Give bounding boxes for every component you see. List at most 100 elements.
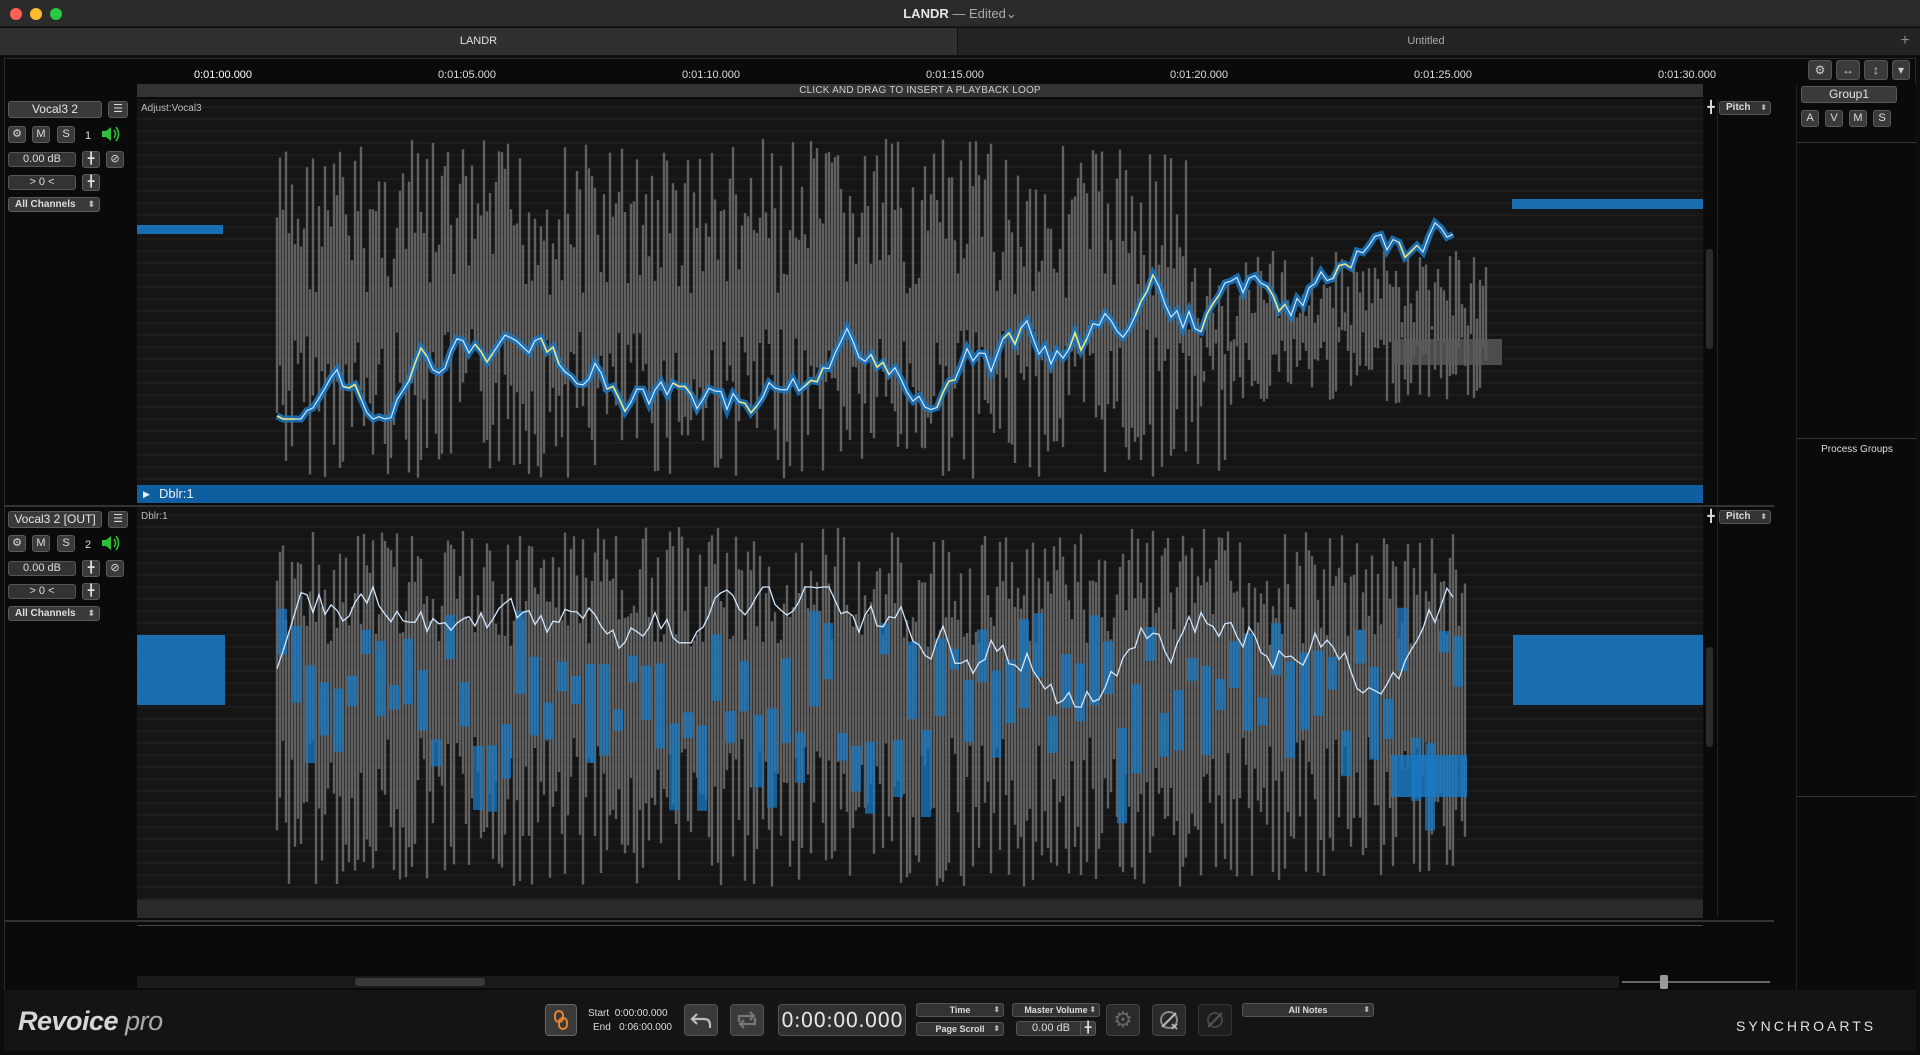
group-m-button[interactable]: M	[1849, 110, 1867, 127]
channels-select[interactable]: All Channels	[8, 606, 100, 621]
group-name-button[interactable]: Group1	[1801, 86, 1897, 103]
ruler-label: 0:01:25.000	[1413, 69, 1473, 81]
time-mode-select[interactable]: Time	[916, 1003, 1004, 1017]
window-title: LANDR — Edited⌄	[0, 6, 1920, 22]
empty-track-lane[interactable]	[137, 925, 1703, 975]
synchroarts-logo: SYNCHROARTS	[1736, 1018, 1877, 1034]
link-icon[interactable]	[545, 1004, 577, 1036]
edit-tool-icon[interactable]	[1152, 1004, 1186, 1036]
ruler-label: 0:01:20.000	[1169, 69, 1229, 81]
window-title-separator: —	[952, 6, 966, 21]
view-menu-chevron-icon[interactable]: ▾	[1892, 60, 1910, 80]
ruler-label: 0:01:15.000	[925, 69, 985, 81]
view-mode-select[interactable]: Pitch	[1719, 101, 1771, 115]
timeline-ruler[interactable]: 0:01:00.000 0:01:05.000 0:01:10.000 0:01…	[133, 62, 1716, 84]
start-range[interactable]: Start 0:00:00.000	[588, 1008, 668, 1019]
group-v-button[interactable]: V	[1825, 110, 1843, 127]
track-menu-icon[interactable]: ☰	[108, 511, 128, 528]
track-header-1: Vocal3 2 ☰ ⚙ M S 1 0.00 dB ╋ ⊘ > 0 < ╋ A…	[6, 101, 134, 212]
view-tools: ⚙ ↔ ↕ ▾	[1808, 60, 1910, 82]
solo-button[interactable]: S	[57, 535, 75, 552]
speaker-icon[interactable]	[100, 534, 122, 552]
horizontal-zoom-icon[interactable]: ↔	[1836, 60, 1860, 80]
track-menu-icon[interactable]: ☰	[108, 101, 128, 118]
mute-button[interactable]: M	[32, 535, 50, 552]
pan-field[interactable]: > 0 <	[8, 584, 76, 599]
pan-pin-icon[interactable]: ╋	[82, 174, 100, 191]
pan-field[interactable]: > 0 <	[8, 175, 76, 190]
lane-1-vertical-scrollbar[interactable]	[1704, 99, 1716, 485]
ruler-label: 0:01:10.000	[681, 69, 741, 81]
vertical-zoom-icon[interactable]: ↕	[1864, 60, 1888, 80]
track-lane-1[interactable]: Adjust:Vocal3	[137, 99, 1703, 485]
start-label: Start	[588, 1008, 610, 1019]
lane-label: Adjust:Vocal3	[141, 103, 202, 114]
master-volume-select[interactable]: Master Volume	[1012, 1003, 1100, 1017]
track-name-button[interactable]: Vocal3 2 [OUT]	[8, 511, 102, 528]
logo-suffix: pro	[125, 1006, 163, 1036]
loop-icon[interactable]	[730, 1004, 764, 1036]
lane-1-side-panel	[1717, 99, 1773, 505]
ruler-label: 0:01:30.000	[1657, 69, 1717, 81]
end-label: End	[593, 1022, 611, 1033]
view-mode-select[interactable]: Pitch	[1719, 510, 1771, 524]
playback-loop-bar[interactable]: CLICK AND DRAG TO INSERT A PLAYBACK LOOP	[137, 84, 1703, 97]
track-header-2: Vocal3 2 [OUT] ☰ ⚙ M S 2 0.00 dB ╋ ⊘ > 0…	[6, 511, 134, 621]
lock-link-icon[interactable]: ⊘	[106, 560, 124, 577]
track-divider	[4, 505, 1774, 507]
title-bar: LANDR — Edited⌄	[0, 0, 1920, 27]
lane-label: Dblr:1	[141, 511, 168, 522]
track-divider	[4, 920, 1774, 922]
disabled-tool-icon[interactable]	[1198, 1004, 1232, 1036]
end-value[interactable]: 0:06:00.000	[619, 1022, 672, 1033]
ruler-label: 0:01:05.000	[437, 69, 497, 81]
output-waveform-display[interactable]	[137, 507, 1703, 900]
lock-link-icon[interactable]: ⊘	[106, 151, 124, 168]
channels-select[interactable]: All Channels	[8, 197, 100, 212]
tab-untitled[interactable]: Untitled	[959, 28, 1893, 55]
end-range[interactable]: End 0:06:00.000	[593, 1022, 672, 1033]
gain-field[interactable]: 0.00 dB	[8, 152, 76, 167]
track-lane-2[interactable]: Dblr:1	[137, 507, 1703, 900]
lane-footer	[137, 900, 1703, 918]
horizontal-scrollbar[interactable]	[137, 976, 1619, 988]
lane-2-pin-icon[interactable]: ╋	[1705, 510, 1717, 522]
track-gear-icon[interactable]: ⚙	[8, 126, 26, 143]
undo-icon[interactable]	[684, 1004, 718, 1036]
window-title-app: LANDR	[903, 6, 949, 21]
revoice-logo: Revoice pro	[18, 1006, 163, 1037]
process-groups-label: Process Groups	[1821, 444, 1893, 455]
track-number: 1	[85, 130, 92, 142]
add-tab-button[interactable]: +	[1896, 32, 1914, 50]
process-gear-icon[interactable]: ⚙	[1106, 1004, 1140, 1036]
gain-field[interactable]: 0.00 dB	[8, 561, 76, 576]
pan-pin-icon[interactable]: ╋	[82, 583, 100, 600]
window-title-status[interactable]: Edited	[969, 6, 1006, 21]
start-value[interactable]: 0:00:00.000	[615, 1008, 668, 1019]
track-number: 2	[85, 539, 92, 551]
chevron-down-icon[interactable]: ⌄	[1006, 6, 1017, 21]
track-name-button[interactable]: Vocal3 2	[8, 101, 102, 118]
pin-icon[interactable]: ╋	[82, 151, 100, 168]
settings-gear-icon[interactable]: ⚙	[1808, 60, 1832, 80]
pitch-waveform-display[interactable]	[137, 99, 1703, 485]
master-volume-field[interactable]: 0.00 dB	[1016, 1021, 1086, 1036]
transport-bar	[4, 990, 1916, 1050]
lane-1-pin-icon[interactable]: ╋	[1705, 101, 1717, 113]
lane-2-vertical-scrollbar[interactable]	[1704, 507, 1716, 917]
track-gear-icon[interactable]: ⚙	[8, 535, 26, 552]
group-a-button[interactable]: A	[1801, 110, 1819, 127]
tab-landr[interactable]: LANDR	[0, 28, 958, 55]
mute-button[interactable]: M	[32, 126, 50, 143]
scroll-mode-select[interactable]: Page Scroll	[916, 1022, 1004, 1036]
lane-2-side-panel	[1717, 507, 1773, 917]
group-s-button[interactable]: S	[1873, 110, 1891, 127]
notes-filter-select[interactable]: All Notes	[1242, 1003, 1374, 1017]
pin-icon[interactable]: ╋	[82, 560, 100, 577]
solo-button[interactable]: S	[57, 126, 75, 143]
speaker-icon[interactable]	[100, 125, 122, 143]
timecode-display[interactable]: 0:00:00.000	[778, 1004, 906, 1036]
master-volume-pin-icon[interactable]: ╋	[1080, 1021, 1096, 1036]
zoom-slider[interactable]	[1622, 975, 1770, 989]
process-bar-dblr[interactable]: Dblr:1	[137, 485, 1703, 503]
